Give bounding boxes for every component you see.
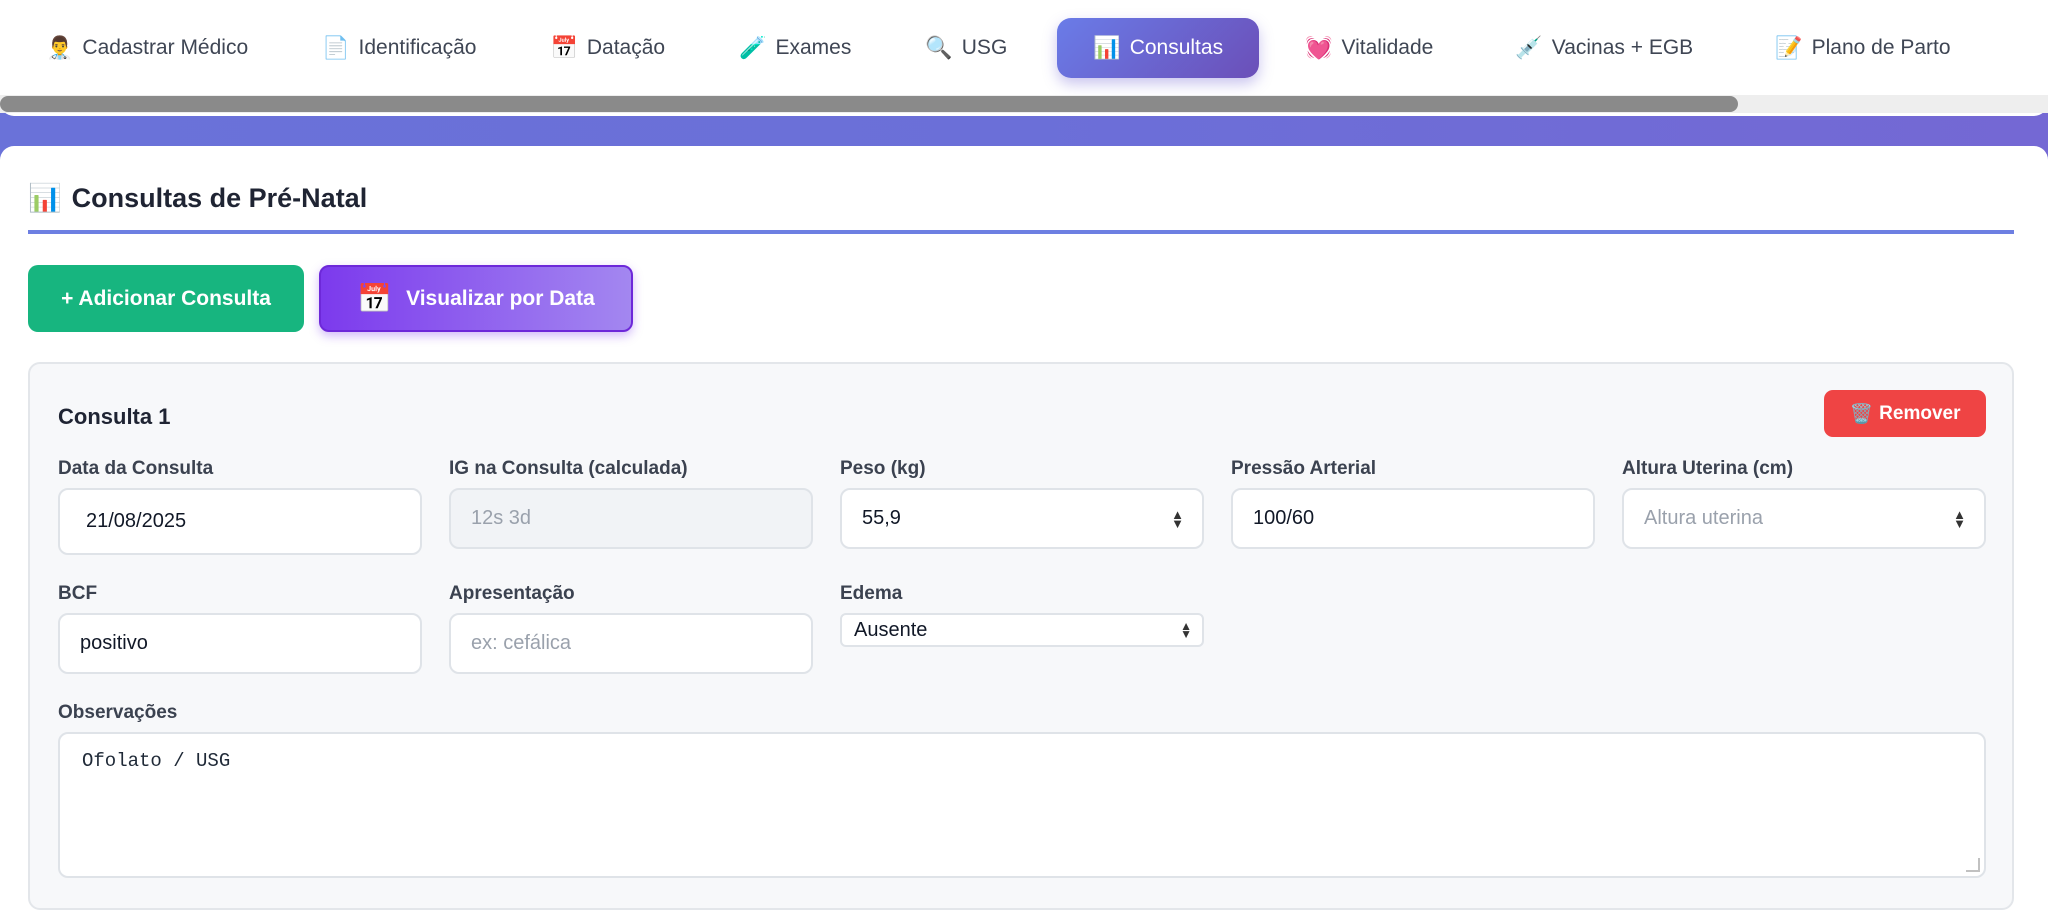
scrollbar-thumb[interactable] (0, 96, 1738, 112)
tab-label: Identificação (358, 36, 477, 59)
observacoes-label: Observações (58, 702, 178, 723)
title-divider (28, 230, 2014, 234)
remove-consulta-button[interactable]: 🗑️ Remover (1824, 390, 1986, 437)
calendar-icon: 📅 (550, 35, 578, 60)
page-title: 📊 Consultas de Pré-Natal (28, 182, 367, 214)
tab-label: Vacinas + EGB (1551, 36, 1694, 59)
ig-label: IG na Consulta (calculada) (449, 458, 688, 479)
calendar-icon: 📅 (357, 283, 393, 314)
bar-chart-icon: 📊 (1093, 35, 1121, 60)
apresentacao-placeholder: ex: cefálica (471, 632, 572, 654)
altura-uterina-placeholder: Altura uterina (1644, 507, 1763, 529)
top-nav-container: 👨‍⚕️ Cadastrar Médico 📄 Identificação 📅 … (0, 0, 2048, 116)
test-tube-icon: 🧪 (739, 35, 767, 60)
peso-label: Peso (kg) (840, 458, 926, 479)
bar-chart-icon: 📊 (28, 183, 62, 213)
ig-placeholder: 12s 3d (471, 507, 532, 529)
ig-input: 12s 3d (449, 488, 813, 549)
altura-uterina-input[interactable]: Altura uterina ▲ ▼ (1622, 488, 1986, 549)
tab-vitalidade[interactable]: 💓 Vitalidade (1285, 18, 1453, 78)
remove-label: Remover (1879, 402, 1961, 424)
view-by-date-button[interactable]: 📅 Visualizar por Data (319, 265, 633, 332)
tab-label: Exames (775, 36, 852, 59)
peso-value: 55,9 (862, 507, 901, 529)
tab-identificacao[interactable]: 📄 Identificação (302, 18, 496, 78)
chevron-updown-icon: ▲ ▼ (1180, 619, 1192, 641)
pressao-label: Pressão Arterial (1231, 458, 1377, 479)
doctor-icon: 👨‍⚕️ (46, 35, 74, 60)
tab-usg[interactable]: 🔍 USG (905, 18, 1027, 78)
page-title-text: Consultas de Pré-Natal (71, 182, 368, 213)
resize-handle[interactable] (1966, 858, 1980, 872)
consulta-card: Consulta 1 🗑️ Remover Data da Consulta I… (28, 362, 2014, 910)
data-consulta-input[interactable]: 21/08/2025 (58, 488, 422, 555)
edema-select[interactable]: Ausente ▲ ▼ (840, 613, 1204, 647)
pressao-value: 100/60 (1253, 507, 1315, 529)
add-consulta-button[interactable]: + Adicionar Consulta (28, 265, 304, 332)
tab-label: Cadastrar Médico (82, 36, 249, 59)
data-consulta-label: Data da Consulta (58, 458, 214, 479)
stepper-icon[interactable]: ▲ ▼ (1171, 508, 1184, 530)
tab-label: Consultas (1129, 36, 1224, 59)
altura-uterina-label: Altura Uterina (cm) (1622, 458, 1794, 479)
consulta-title: Consulta 1 (58, 404, 171, 429)
tab-vacinas-egb[interactable]: 💉 Vacinas + EGB (1495, 18, 1713, 78)
bcf-value: positivo (80, 632, 148, 654)
heart-icon: 💓 (1305, 35, 1333, 60)
tab-label: Datação (586, 36, 666, 59)
pressao-input[interactable]: 100/60 (1231, 488, 1595, 549)
main-panel: 📊 Consultas de Pré-Natal + Adicionar Con… (0, 146, 2048, 910)
observacoes-value: Ofolato / USG (82, 750, 231, 772)
bcf-label: BCF (58, 583, 98, 604)
tab-bar-scrollbar[interactable] (0, 95, 2048, 113)
tab-cadastrar-medico[interactable]: 👨‍⚕️ Cadastrar Médico (28, 18, 268, 78)
apresentacao-label: Apresentação (449, 583, 575, 604)
tab-consultas[interactable]: 📊 Consultas (1057, 18, 1260, 78)
tab-label: USG (961, 36, 1008, 59)
tab-plano-de-parto[interactable]: 📝 Plano de Parto (1755, 18, 1970, 78)
edema-value: Ausente (854, 618, 928, 641)
data-consulta-value: 21/08/2025 (86, 510, 187, 532)
view-by-date-label: Visualizar por Data (406, 286, 595, 310)
bcf-input[interactable]: positivo (58, 613, 422, 674)
apresentacao-input[interactable]: ex: cefálica (449, 613, 813, 674)
document-icon: 📄 (322, 35, 350, 60)
magnifier-icon: 🔍 (925, 35, 953, 60)
edema-label: Edema (840, 583, 903, 604)
stepper-icon[interactable]: ▲ ▼ (1953, 508, 1966, 530)
trash-icon: 🗑️ (1849, 403, 1874, 425)
peso-input[interactable]: 55,9 ▲ ▼ (840, 488, 1204, 549)
tab-datacao[interactable]: 📅 Datação (530, 18, 685, 78)
tab-bar: 👨‍⚕️ Cadastrar Médico 📄 Identificação 📅 … (0, 0, 2048, 96)
syringe-icon: 💉 (1515, 35, 1543, 60)
observacoes-textarea[interactable]: Ofolato / USG (58, 732, 1986, 878)
memo-icon: 📝 (1775, 35, 1803, 60)
tab-label: Vitalidade (1341, 36, 1434, 59)
tab-label: Plano de Parto (1811, 36, 1951, 59)
tab-exames[interactable]: 🧪 Exames (719, 18, 871, 78)
